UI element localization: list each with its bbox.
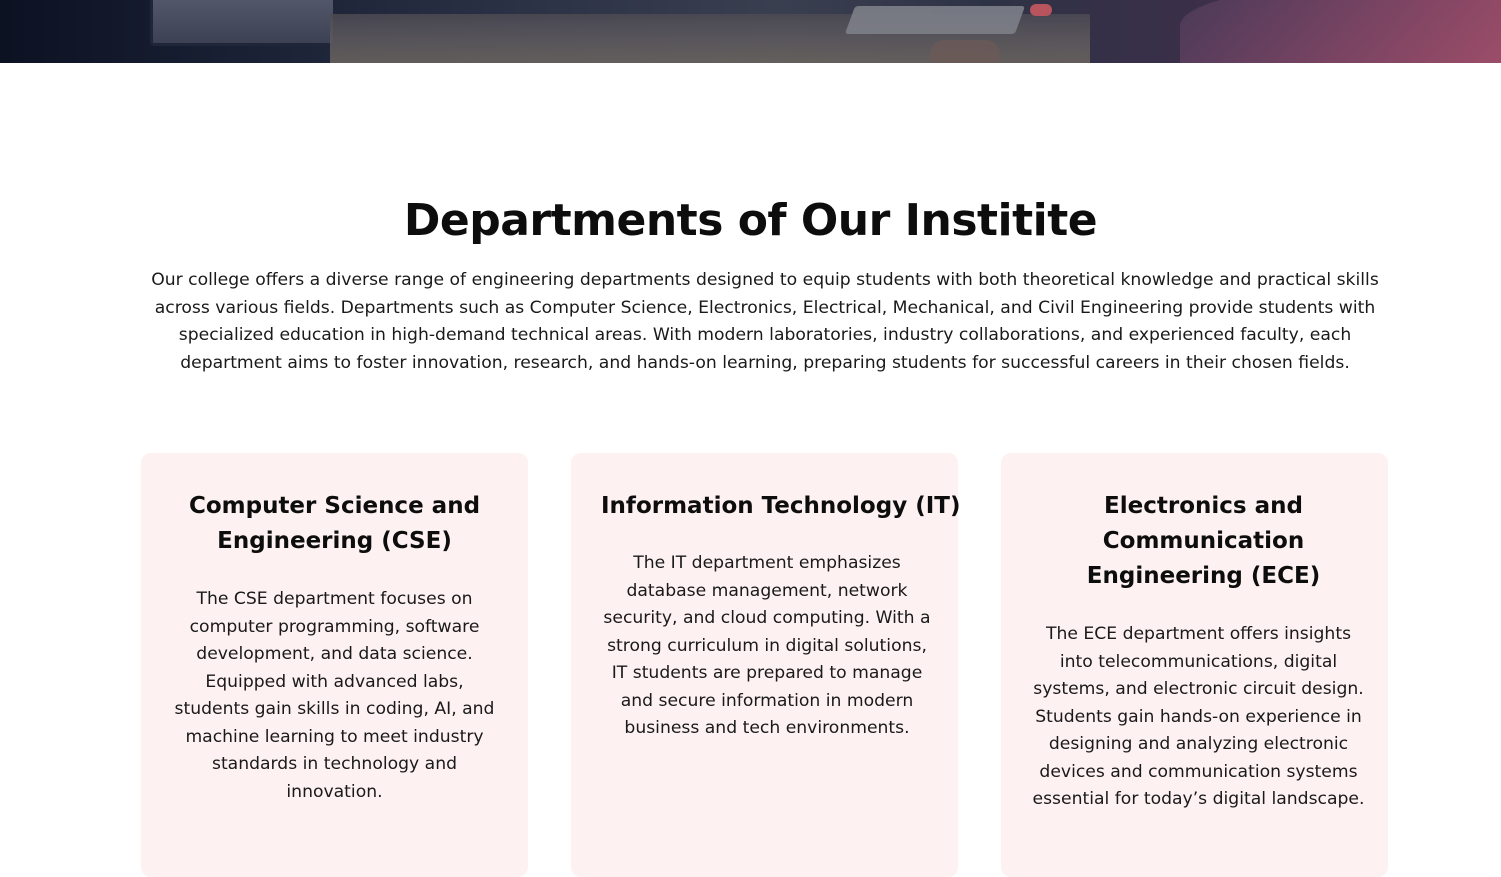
department-description: The ECE department offers insights into … xyxy=(1032,624,1365,809)
hero-hand xyxy=(930,40,1000,63)
hero-monitor xyxy=(150,0,336,46)
department-card-ece: Electronics and Communication Engineerin… xyxy=(1001,453,1388,877)
hero-mouse xyxy=(1030,4,1052,16)
hero-person xyxy=(1180,0,1501,63)
department-card-cse: Computer Science and Engineering (CSE) T… xyxy=(141,453,528,877)
department-title: Information Technology (IT) xyxy=(601,493,961,519)
department-card-it: Information Technology (IT) The IT depar… xyxy=(571,453,961,877)
department-title: Computer Science and Engineering (CSE) xyxy=(188,493,481,554)
department-description: The IT department emphasizes database ma… xyxy=(603,553,931,738)
section-title: Departments of Our Institite xyxy=(403,195,1098,246)
hero-keyboard xyxy=(844,6,1026,34)
section-intro: Our college offers a diverse range of en… xyxy=(151,270,1379,373)
department-title: Electronics and Communication Engineerin… xyxy=(1086,493,1321,589)
hero-banner-image xyxy=(0,0,1501,63)
department-description: The CSE department focuses on computer p… xyxy=(174,589,495,802)
